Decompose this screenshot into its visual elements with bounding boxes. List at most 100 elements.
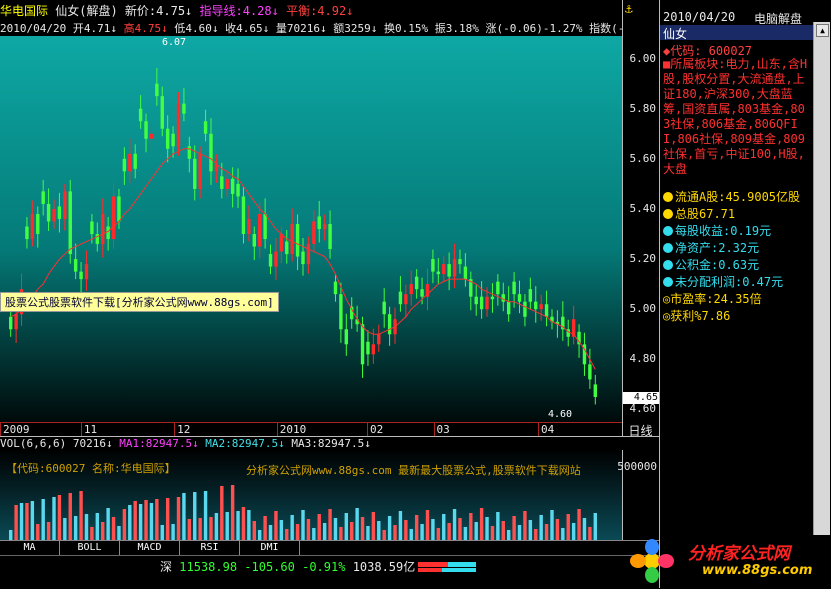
candle[interactable] xyxy=(436,271,441,275)
candle[interactable] xyxy=(490,296,495,300)
candle[interactable] xyxy=(496,281,500,295)
candle[interactable] xyxy=(14,314,18,330)
candle[interactable] xyxy=(182,103,186,114)
candle[interactable] xyxy=(90,221,94,235)
candle[interactable] xyxy=(36,213,40,235)
candle[interactable] xyxy=(247,218,251,235)
candle[interactable] xyxy=(133,153,137,169)
candle[interactable] xyxy=(225,178,229,189)
candle[interactable] xyxy=(512,281,516,295)
candle[interactable] xyxy=(382,301,386,315)
scroll-up-icon[interactable]: ▲ xyxy=(816,24,829,37)
candle[interactable] xyxy=(506,301,511,315)
candle[interactable] xyxy=(539,304,543,310)
candle[interactable] xyxy=(377,334,381,345)
candle[interactable] xyxy=(9,316,13,330)
stock-name-bar[interactable]: 仙女 xyxy=(660,25,813,41)
candle[interactable] xyxy=(479,296,484,310)
candle[interactable] xyxy=(339,294,343,330)
settings-lock-icon[interactable]: ⚓ xyxy=(625,2,655,20)
tab-boll[interactable]: BOLL xyxy=(60,541,120,555)
candle[interactable] xyxy=(68,191,72,255)
candle[interactable] xyxy=(458,259,462,265)
candle[interactable] xyxy=(263,213,267,240)
period-label[interactable]: 日线 xyxy=(622,422,659,438)
candle[interactable] xyxy=(171,133,175,147)
candle[interactable] xyxy=(111,196,116,240)
candle[interactable] xyxy=(523,301,527,317)
candle[interactable] xyxy=(371,344,376,355)
candle[interactable] xyxy=(46,203,51,222)
candle[interactable] xyxy=(117,196,121,222)
candle[interactable] xyxy=(474,296,478,305)
candle[interactable] xyxy=(128,153,132,172)
candle[interactable] xyxy=(84,264,89,280)
candle[interactable] xyxy=(236,183,240,197)
candle[interactable] xyxy=(230,178,235,194)
candle[interactable] xyxy=(106,226,110,240)
candle[interactable] xyxy=(501,294,505,302)
candle[interactable] xyxy=(366,341,370,355)
candle[interactable] xyxy=(317,216,321,229)
candle[interactable] xyxy=(79,271,83,280)
candle[interactable] xyxy=(404,294,408,305)
panel-scrollbar[interactable]: ▲ xyxy=(813,22,830,537)
candle[interactable] xyxy=(306,244,311,265)
candle[interactable] xyxy=(268,254,273,267)
candle[interactable] xyxy=(285,241,289,255)
candle[interactable] xyxy=(290,223,294,255)
candle[interactable] xyxy=(485,296,489,310)
candle[interactable] xyxy=(176,103,181,147)
candle[interactable] xyxy=(144,121,148,139)
candle[interactable] xyxy=(30,213,35,240)
vol-banner[interactable]: 分析家公式网www.88gs.com 最新最大股票公式,股票软件下载网站 xyxy=(246,462,581,478)
candle[interactable] xyxy=(534,301,538,310)
candle[interactable] xyxy=(588,364,592,380)
candle[interactable] xyxy=(328,223,332,250)
candle[interactable] xyxy=(414,276,419,290)
candle[interactable] xyxy=(165,128,170,149)
candle[interactable] xyxy=(447,264,451,277)
candle[interactable] xyxy=(344,329,349,345)
candle[interactable] xyxy=(209,133,213,172)
candle[interactable] xyxy=(41,191,45,204)
candle[interactable] xyxy=(431,259,435,272)
tab-dmi[interactable]: DMI xyxy=(240,541,300,555)
candle[interactable] xyxy=(593,384,597,397)
candle[interactable] xyxy=(155,83,159,97)
candle[interactable] xyxy=(322,223,327,229)
candle[interactable] xyxy=(279,234,284,252)
candle[interactable] xyxy=(57,206,62,219)
candle[interactable] xyxy=(252,234,256,247)
candle[interactable] xyxy=(52,208,56,222)
candle[interactable] xyxy=(138,108,143,122)
candle[interactable] xyxy=(360,324,365,365)
candle[interactable] xyxy=(25,226,29,240)
tab-macd[interactable]: MACD xyxy=(120,541,180,555)
tab-rsi[interactable]: RSI xyxy=(180,541,240,555)
candle[interactable] xyxy=(301,251,305,265)
candle[interactable] xyxy=(442,264,446,275)
candle[interactable] xyxy=(274,251,278,267)
candle[interactable] xyxy=(452,259,457,277)
candle[interactable] xyxy=(198,153,202,189)
tab-ma[interactable]: MA xyxy=(0,541,60,555)
candle[interactable] xyxy=(312,221,316,245)
candle[interactable] xyxy=(63,191,67,219)
candlestick-svg[interactable]: 6.07 4.60 xyxy=(0,36,622,422)
candle[interactable] xyxy=(203,121,208,134)
candle[interactable] xyxy=(463,266,468,280)
candle[interactable] xyxy=(257,213,262,247)
candle[interactable] xyxy=(122,158,127,172)
candle[interactable] xyxy=(220,176,224,189)
watermark-banner[interactable]: 股票公式股票软件下载[分析家公式网www.88gs.com] xyxy=(0,292,279,312)
candle[interactable] xyxy=(333,281,338,295)
candle[interactable] xyxy=(149,133,154,139)
candle[interactable] xyxy=(101,213,105,245)
candle[interactable] xyxy=(398,291,403,305)
candle[interactable] xyxy=(387,314,392,335)
candle[interactable] xyxy=(544,304,549,317)
candle[interactable] xyxy=(528,289,533,302)
candle[interactable] xyxy=(420,289,424,297)
candle[interactable] xyxy=(187,146,192,159)
